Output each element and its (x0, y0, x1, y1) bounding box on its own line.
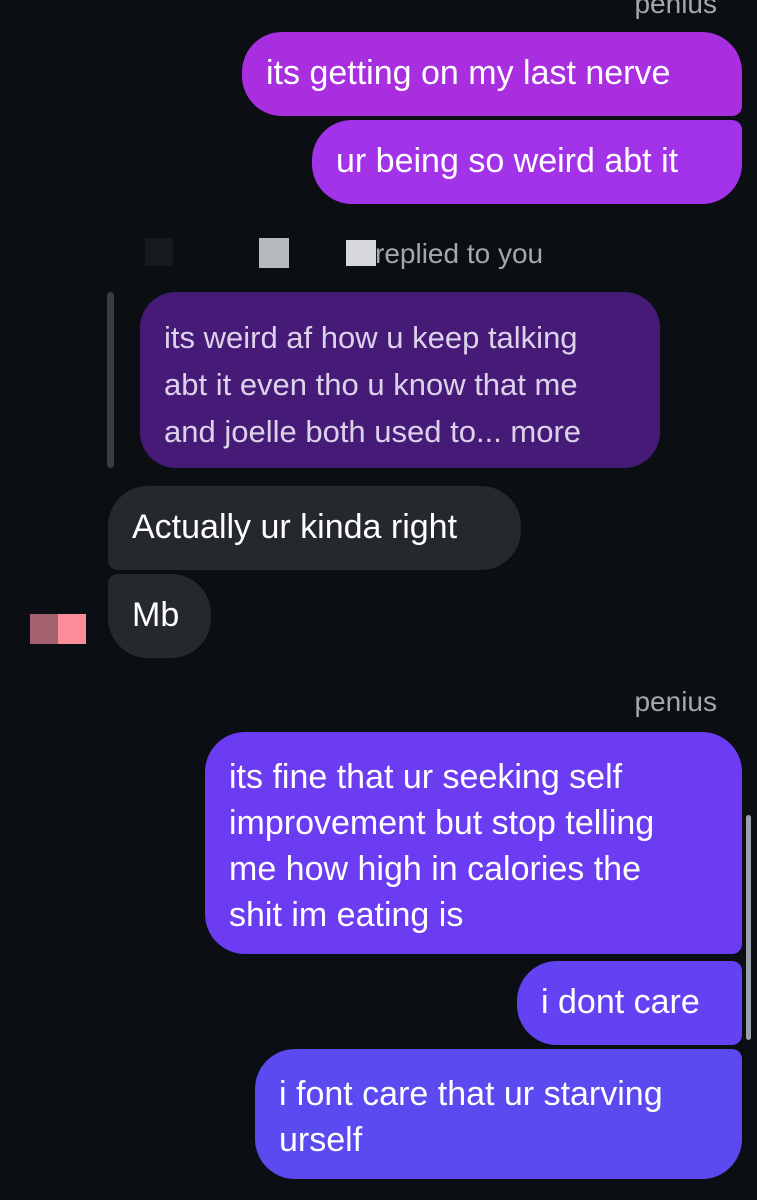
message-text: i dont care (541, 983, 700, 1021)
scroll-indicator[interactable] (746, 815, 751, 1040)
outgoing-message-bubble[interactable]: its getting on my last nerve (242, 32, 742, 116)
redacted-block (259, 238, 289, 268)
message-text-line: urself (279, 1121, 363, 1159)
message-text-line: shit im eating is (229, 896, 464, 934)
message-text-line: its fine that ur seeking self (229, 758, 623, 796)
avatar[interactable] (30, 614, 86, 644)
message-text: ur being so weird abt it (336, 142, 679, 180)
sender-name-label: penius (634, 686, 717, 717)
message-text-line: me how high in calories the (229, 850, 642, 888)
outgoing-message-bubble[interactable]: i dont care (517, 961, 742, 1045)
quoted-text-line: abt it even tho u know that me (164, 367, 578, 402)
message-text-line: i font care that ur starving (279, 1075, 663, 1113)
quoted-message[interactable]: its weird af how u keep talking abt it e… (140, 292, 660, 468)
outgoing-message-bubble[interactable]: its fine that ur seeking self improvemen… (205, 732, 742, 954)
avatar-redacted-part (58, 614, 86, 644)
message-text-line: improvement but stop telling (229, 804, 655, 842)
outgoing-message-bubble[interactable]: ur being so weird abt it (312, 120, 742, 204)
quoted-text-line: its weird af how u keep talking (164, 320, 578, 355)
reply-notice: replied to you (0, 234, 757, 274)
quoted-text-line: and joelle both used to... more (164, 414, 582, 449)
avatar-redacted-part (30, 614, 58, 644)
message-text: its getting on my last nerve (266, 54, 671, 92)
message-text: Mb (132, 596, 180, 634)
redacted-block (346, 240, 376, 266)
incoming-message-bubble[interactable]: Mb (108, 574, 211, 658)
redacted-block (145, 238, 173, 266)
outgoing-message-bubble[interactable]: i font care that ur starving urself (255, 1049, 742, 1179)
sender-name-label: penius (634, 0, 717, 19)
message-text: Actually ur kinda right (132, 508, 458, 546)
reply-notice-label: replied to you (375, 238, 544, 269)
quote-bar (107, 292, 114, 468)
incoming-message-bubble[interactable]: Actually ur kinda right (108, 486, 521, 570)
